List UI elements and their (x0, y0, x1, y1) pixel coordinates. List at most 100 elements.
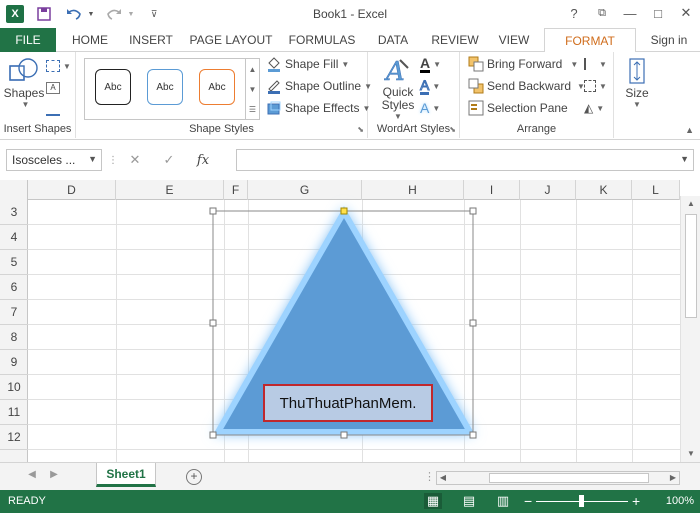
shape-fill-button[interactable]: Shape Fill ▼ (266, 54, 349, 74)
page-break-preview-icon[interactable]: ▥ (494, 493, 512, 509)
tab-home[interactable]: HOME (64, 28, 116, 52)
row-header-3[interactable]: 3 (0, 200, 28, 225)
add-sheet-button[interactable]: + (186, 469, 202, 485)
gallery-down-icon[interactable]: ▼ (249, 85, 257, 94)
size-button[interactable]: Size ▼ (620, 56, 654, 109)
vertical-scrollbar[interactable]: ▲ ▼ (680, 196, 700, 462)
row-header-10[interactable]: 10 (0, 375, 28, 400)
column-header-l[interactable]: L (632, 180, 680, 200)
rotate-button[interactable]: ◭ ▼ (584, 98, 604, 118)
edit-shape-button[interactable]: ▼ (46, 56, 71, 76)
expand-formula-bar-icon[interactable]: ▼ (680, 154, 689, 164)
column-header-e[interactable]: E (116, 180, 224, 200)
tab-page-layout[interactable]: PAGE LAYOUT (188, 28, 274, 52)
row-header-7[interactable]: 7 (0, 300, 28, 325)
gallery-up-icon[interactable]: ▲ (249, 65, 257, 74)
column-header-d[interactable]: D (28, 180, 116, 200)
row-header-12[interactable]: 12 (0, 425, 28, 450)
row-header-9[interactable]: 9 (0, 350, 28, 375)
tab-file[interactable]: FILE (0, 28, 56, 52)
row-header-8[interactable]: 8 (0, 325, 28, 350)
sheetbar-grip-icon[interactable]: ⋮ (424, 470, 435, 483)
text-box-icon: A (46, 82, 60, 94)
next-sheet-icon[interactable]: ▶ (46, 469, 62, 480)
normal-view-icon[interactable]: ▦ (424, 493, 442, 509)
column-header-j[interactable]: J (520, 180, 576, 200)
send-backward-button[interactable]: Send Backward ▼ (468, 76, 585, 96)
shape-styles-launcher-icon[interactable]: ⬊ (357, 125, 364, 134)
row-header-4[interactable]: 4 (0, 225, 28, 250)
zoom-level[interactable]: 100% (666, 495, 694, 507)
row-header-11[interactable]: 11 (0, 400, 28, 425)
maximize-button[interactable]: □ (644, 0, 672, 26)
minimize-button[interactable]: — (616, 0, 644, 26)
tab-insert[interactable]: INSERT (124, 28, 178, 52)
wordart-a-icon: A (384, 57, 409, 86)
row-headers: 3 4 5 6 7 8 9 10 11 12 (0, 200, 28, 462)
shape-styles-group-label: Shape Styles (189, 123, 254, 135)
text-box-button[interactable]: A (46, 78, 60, 98)
tab-view[interactable]: VIEW (492, 28, 536, 52)
more-shapes-button[interactable] (46, 100, 60, 120)
column-header-f[interactable]: F (224, 180, 248, 200)
group-objects-button[interactable]: ▼ (584, 76, 607, 96)
column-header-h[interactable]: H (362, 180, 464, 200)
select-all-corner[interactable] (0, 180, 28, 200)
tab-formulas[interactable]: FORMULAS (286, 28, 358, 52)
selection-pane-button[interactable]: Selection Pane (468, 98, 568, 118)
page-layout-view-icon[interactable]: ▤ (460, 493, 478, 509)
bring-forward-label: Bring Forward (487, 57, 563, 71)
bring-forward-icon (468, 56, 484, 72)
group-shape-styles: Abc Abc Abc ▲ ▼ ☰ Shape Fill ▼ Shape Outl… (76, 52, 372, 138)
tab-data[interactable]: DATA (370, 28, 416, 52)
horizontal-scrollbar[interactable]: ◀ ▶ (436, 471, 680, 485)
help-button[interactable]: ? (560, 0, 588, 26)
column-header-k[interactable]: K (576, 180, 632, 200)
tab-format[interactable]: FORMAT (544, 28, 636, 53)
previous-sheet-icon[interactable]: ◀ (24, 469, 40, 480)
shape-style-3[interactable]: Abc (199, 69, 235, 105)
zoom-in-button[interactable]: + (632, 493, 640, 509)
shape-style-1[interactable]: Abc (95, 69, 131, 105)
group-wordart-styles: A Quick Styles ▼ A ▼ A ▼ A ▼ WordArt Styles… (368, 52, 460, 138)
zoom-slider-thumb[interactable] (579, 495, 584, 507)
collapse-ribbon-icon[interactable]: ▲ (685, 125, 694, 135)
column-header-i[interactable]: I (464, 180, 520, 200)
shape-style-2[interactable]: Abc (147, 69, 183, 105)
align-button[interactable]: ▼ (584, 54, 607, 74)
tab-review[interactable]: REVIEW (426, 28, 484, 52)
column-header-g[interactable]: G (248, 180, 362, 200)
name-box[interactable]: Isosceles ... ▼ (6, 149, 102, 171)
shape-outline-button[interactable]: Shape Outline ▼ (266, 76, 372, 96)
vertical-scroll-thumb[interactable] (685, 214, 697, 318)
gallery-more-icon[interactable]: ☰ (249, 105, 256, 114)
title-bar: X ▼ ▼ ⊽ Book1 - Excel ? ⧉ — □ ✕ (0, 0, 700, 28)
sheet-tab-sheet1[interactable]: Sheet1 (96, 463, 156, 487)
ribbon-display-options-button[interactable]: ⧉ (588, 0, 616, 26)
cancel-icon[interactable]: ✕ (118, 152, 152, 168)
sign-in-link[interactable]: Sign in (646, 28, 692, 52)
formula-input[interactable]: ▼ (236, 149, 694, 171)
name-box-dropdown-icon[interactable]: ▼ (88, 154, 97, 164)
scroll-left-icon[interactable]: ◀ (437, 472, 449, 484)
scroll-down-icon[interactable]: ▼ (681, 446, 700, 462)
wordart-launcher-icon[interactable]: ⬊ (449, 125, 456, 134)
text-outline-button[interactable]: A ▼ (419, 76, 440, 96)
shapes-button[interactable]: Shapes ▼ (4, 56, 44, 109)
zoom-out-button[interactable]: − (524, 493, 532, 509)
bring-forward-button[interactable]: Bring Forward ▼ (468, 54, 578, 74)
row-header-5[interactable]: 5 (0, 250, 28, 275)
close-button[interactable]: ✕ (672, 0, 700, 26)
enter-icon[interactable]: ✓ (152, 152, 186, 168)
insert-function-icon[interactable]: fx (186, 153, 220, 168)
text-effects-button[interactable]: A ▼ (420, 98, 440, 118)
row-header-6[interactable]: 6 (0, 275, 28, 300)
horizontal-scroll-thumb[interactable] (489, 473, 649, 483)
scroll-up-icon[interactable]: ▲ (681, 196, 700, 212)
text-fill-button[interactable]: A ▼ (420, 54, 441, 74)
quick-styles-button[interactable]: A Quick Styles ▼ (378, 56, 418, 121)
scroll-right-icon[interactable]: ▶ (667, 472, 679, 484)
shape-fill-label: Shape Fill (285, 57, 339, 71)
shape-text-box[interactable]: ThuThuatPhanMem. (263, 384, 433, 422)
shape-effects-button[interactable]: Shape Effects ▼ (266, 98, 370, 118)
